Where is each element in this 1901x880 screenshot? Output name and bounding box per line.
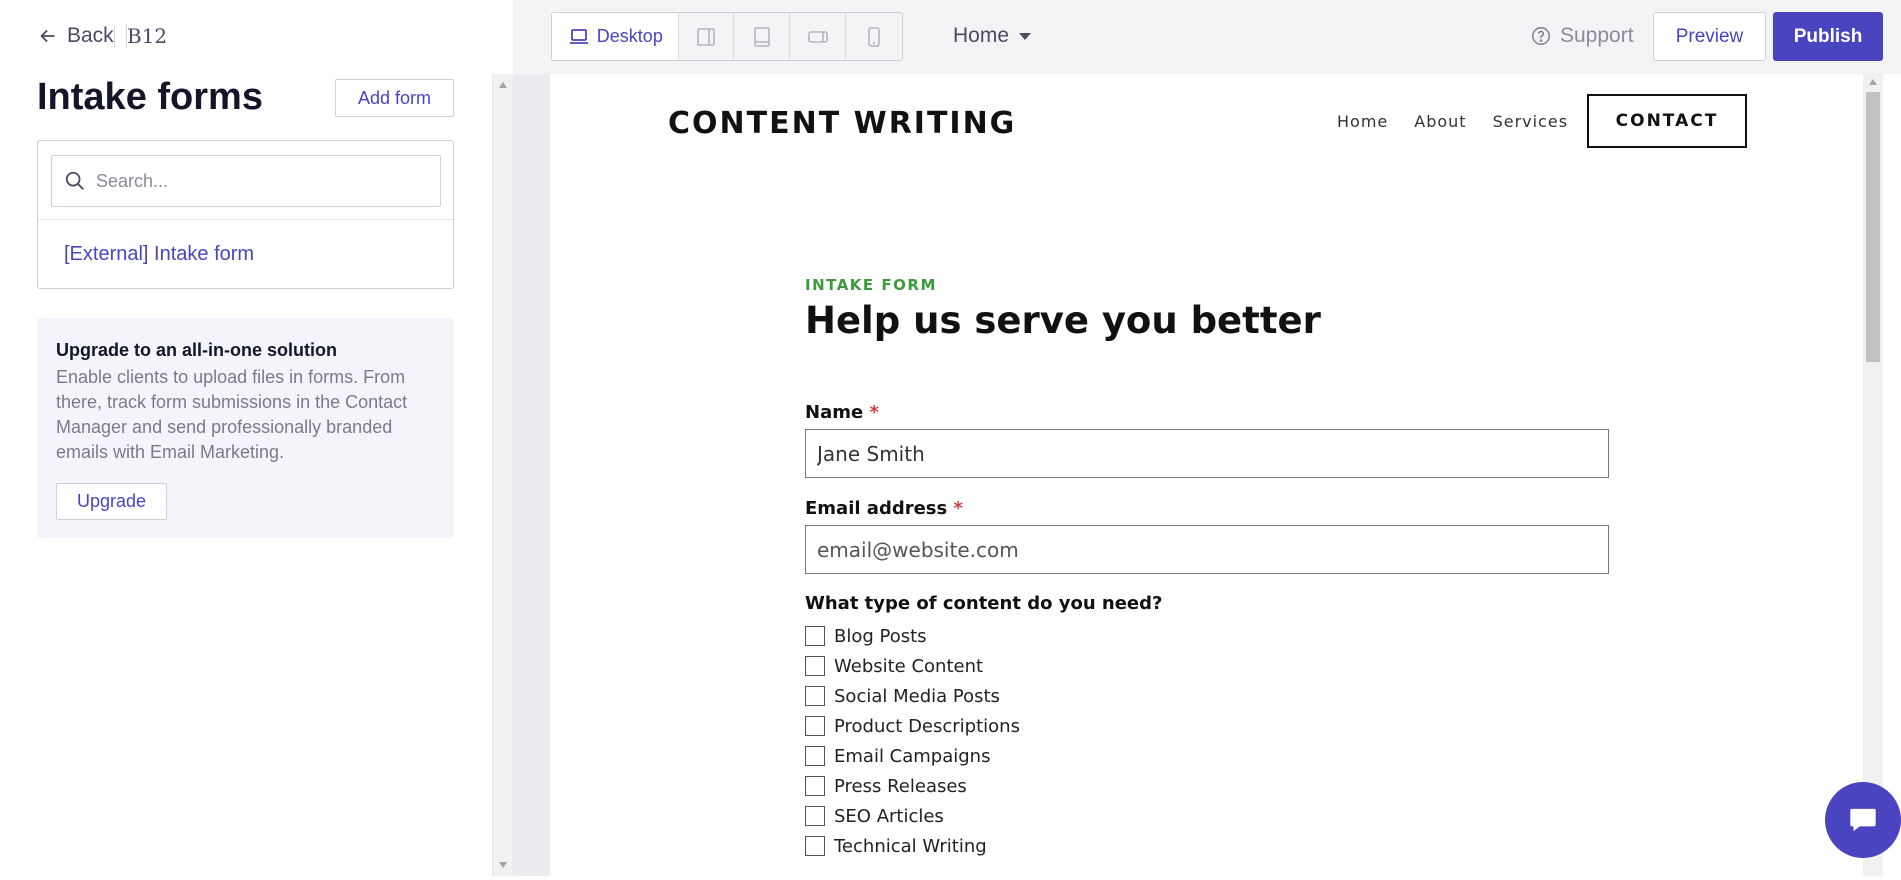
back-label: Back bbox=[67, 24, 114, 47]
brand-logo: B12 bbox=[126, 24, 168, 48]
add-form-button[interactable]: Add form bbox=[335, 79, 454, 117]
checkbox-label: Website Content bbox=[834, 655, 984, 677]
site-nav-about[interactable]: About bbox=[1414, 112, 1466, 131]
checkbox[interactable] bbox=[805, 806, 825, 826]
site-logo[interactable]: CONTENT WRITING bbox=[668, 106, 1016, 141]
phone-landscape-icon bbox=[807, 30, 828, 43]
checkbox-label: Product Descriptions bbox=[834, 715, 1020, 737]
back-button[interactable]: Back bbox=[37, 24, 114, 48]
phone-icon bbox=[868, 26, 880, 47]
checkbox-option[interactable]: Social Media Posts bbox=[805, 681, 1020, 711]
checkbox[interactable] bbox=[805, 716, 825, 736]
upgrade-description: Enable clients to upload files in forms.… bbox=[56, 367, 408, 462]
page-selector[interactable]: Home bbox=[953, 24, 1032, 48]
checkbox-label: SEO Articles bbox=[834, 805, 944, 827]
chat-button[interactable] bbox=[1825, 782, 1901, 858]
device-tablet-landscape-button[interactable] bbox=[679, 13, 735, 60]
chat-bubble-icon bbox=[1850, 808, 1876, 832]
checkbox-option[interactable]: Website Content bbox=[805, 651, 1020, 681]
scroll-up-icon[interactable] bbox=[499, 82, 507, 88]
left-panel: Back B12 Intake forms Add form [External… bbox=[0, 0, 493, 876]
site-preview: CONTENT WRITING Home About Services CONT… bbox=[550, 74, 1863, 876]
required-mark: * bbox=[953, 498, 963, 519]
checkbox[interactable] bbox=[805, 686, 825, 706]
required-mark: * bbox=[869, 402, 879, 423]
support-label: Support bbox=[1560, 24, 1634, 47]
search-field[interactable] bbox=[51, 155, 441, 207]
site-nav: Home About Services bbox=[1337, 112, 1568, 131]
checkbox[interactable] bbox=[805, 746, 825, 766]
left-panel-scrollbar[interactable] bbox=[492, 74, 513, 876]
search-icon bbox=[65, 171, 84, 190]
email-input[interactable] bbox=[805, 525, 1609, 574]
email-label: Email address * bbox=[805, 498, 963, 519]
brand-divider bbox=[114, 26, 115, 48]
device-desktop-label: Desktop bbox=[596, 26, 663, 46]
scroll-down-icon[interactable] bbox=[499, 862, 507, 868]
name-label: Name * bbox=[805, 402, 879, 423]
page-selector-label: Home bbox=[953, 24, 1010, 47]
page-title: Intake forms bbox=[37, 76, 263, 118]
upgrade-title: Upgrade to an all-in-one solution bbox=[56, 340, 337, 360]
search-input[interactable] bbox=[96, 170, 416, 192]
checkbox-option[interactable]: SEO Articles bbox=[805, 801, 1020, 831]
laptop-icon bbox=[569, 28, 588, 44]
preview-button[interactable]: Preview bbox=[1653, 12, 1766, 61]
help-circle-icon bbox=[1531, 26, 1551, 46]
checkbox-label: Email Campaigns bbox=[834, 745, 991, 767]
divider bbox=[38, 219, 453, 220]
form-eyebrow: INTAKE FORM bbox=[805, 276, 937, 294]
device-desktop-button[interactable]: Desktop bbox=[552, 13, 679, 60]
content-type-options: Blog Posts Website Content Social Media … bbox=[805, 621, 1020, 861]
checkbox[interactable] bbox=[805, 836, 825, 856]
checkbox-label: Blog Posts bbox=[834, 625, 927, 647]
checkbox-label: Press Releases bbox=[834, 775, 967, 797]
device-phone-button[interactable] bbox=[846, 13, 902, 60]
tablet-icon bbox=[754, 26, 770, 47]
site-nav-home[interactable]: Home bbox=[1337, 112, 1388, 131]
checkbox-label: Technical Writing bbox=[834, 835, 987, 857]
caret-down-icon bbox=[1019, 32, 1032, 40]
editor-gutter bbox=[513, 0, 550, 876]
publish-button[interactable]: Publish bbox=[1773, 12, 1883, 61]
device-phone-landscape-button[interactable] bbox=[790, 13, 847, 60]
device-switcher: Desktop bbox=[551, 12, 903, 61]
site-nav-services[interactable]: Services bbox=[1493, 112, 1568, 131]
upgrade-button[interactable]: Upgrade bbox=[56, 483, 167, 520]
scroll-thumb[interactable] bbox=[1866, 92, 1880, 362]
editor-toolbar: Desktop Home Support Preview Publish bbox=[513, 0, 1901, 74]
tablet-landscape-icon bbox=[697, 27, 715, 46]
form-list-item[interactable]: [External] Intake form bbox=[64, 243, 254, 266]
checkbox-option[interactable]: Blog Posts bbox=[805, 621, 1020, 651]
support-link[interactable]: Support bbox=[1530, 24, 1634, 48]
arrow-left-icon bbox=[40, 29, 55, 43]
contact-button[interactable]: CONTACT bbox=[1587, 94, 1747, 148]
email-label-text: Email address bbox=[805, 498, 948, 519]
checkbox-option[interactable]: Technical Writing bbox=[805, 831, 1020, 861]
checkbox-option[interactable]: Email Campaigns bbox=[805, 741, 1020, 771]
checkbox[interactable] bbox=[805, 776, 825, 796]
checkbox[interactable] bbox=[805, 626, 825, 646]
upgrade-card: Upgrade to an all-in-one solution Enable… bbox=[37, 318, 454, 538]
device-tablet-button[interactable] bbox=[734, 13, 791, 60]
checkbox-label: Social Media Posts bbox=[834, 685, 1000, 707]
forms-list-box: [External] Intake form bbox=[37, 140, 454, 289]
checkbox[interactable] bbox=[805, 656, 825, 676]
checkbox-option[interactable]: Product Descriptions bbox=[805, 711, 1020, 741]
preview-scrollbar[interactable] bbox=[1863, 74, 1901, 876]
form-headline: Help us serve you better bbox=[805, 299, 1321, 342]
scroll-up-icon[interactable] bbox=[1869, 79, 1877, 85]
name-input[interactable] bbox=[805, 429, 1609, 478]
checkbox-option[interactable]: Press Releases bbox=[805, 771, 1020, 801]
content-type-question: What type of content do you need? bbox=[805, 593, 1163, 614]
name-label-text: Name bbox=[805, 402, 864, 423]
